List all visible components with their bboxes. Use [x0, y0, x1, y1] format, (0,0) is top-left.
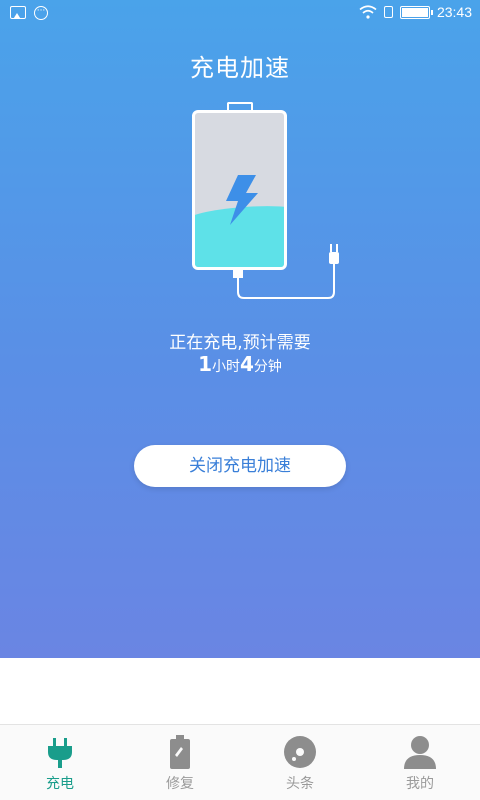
charging-cable-icon: [233, 244, 339, 299]
eta-minutes-unit: 分钟: [253, 359, 282, 375]
nav-label-me: 我的: [406, 776, 434, 792]
battery-wrench-icon: [163, 735, 197, 769]
news-disc-icon: [283, 735, 317, 769]
eta-hours: 1: [198, 352, 212, 376]
person-icon: [403, 735, 437, 769]
nav-label-headlines: 头条: [286, 776, 314, 792]
nav-item-charge[interactable]: 充电: [0, 725, 120, 800]
nav-item-headlines[interactable]: 头条: [240, 725, 360, 800]
bottom-nav: 充电 修复 头条 我的: [0, 724, 480, 800]
nav-label-repair: 修复: [166, 776, 194, 792]
plug-icon: [43, 735, 77, 769]
charging-eta: 1小时4分钟: [0, 352, 480, 376]
nav-item-repair[interactable]: 修复: [120, 725, 240, 800]
close-boost-button[interactable]: 关闭充电加速: [134, 445, 346, 487]
charging-status-text: 正在充电,预计需要: [169, 333, 311, 353]
nav-label-charge: 充电: [46, 776, 74, 792]
eta-hours-unit: 小时: [212, 359, 240, 375]
eta-minutes: 4: [240, 352, 254, 376]
charging-hero: ··· 23:43 充电加速 正在充电,预计需要 1小时4分钟 关闭充电加速: [0, 0, 480, 658]
nav-item-me[interactable]: 我的: [360, 725, 480, 800]
battery-illustration: [0, 0, 480, 310]
